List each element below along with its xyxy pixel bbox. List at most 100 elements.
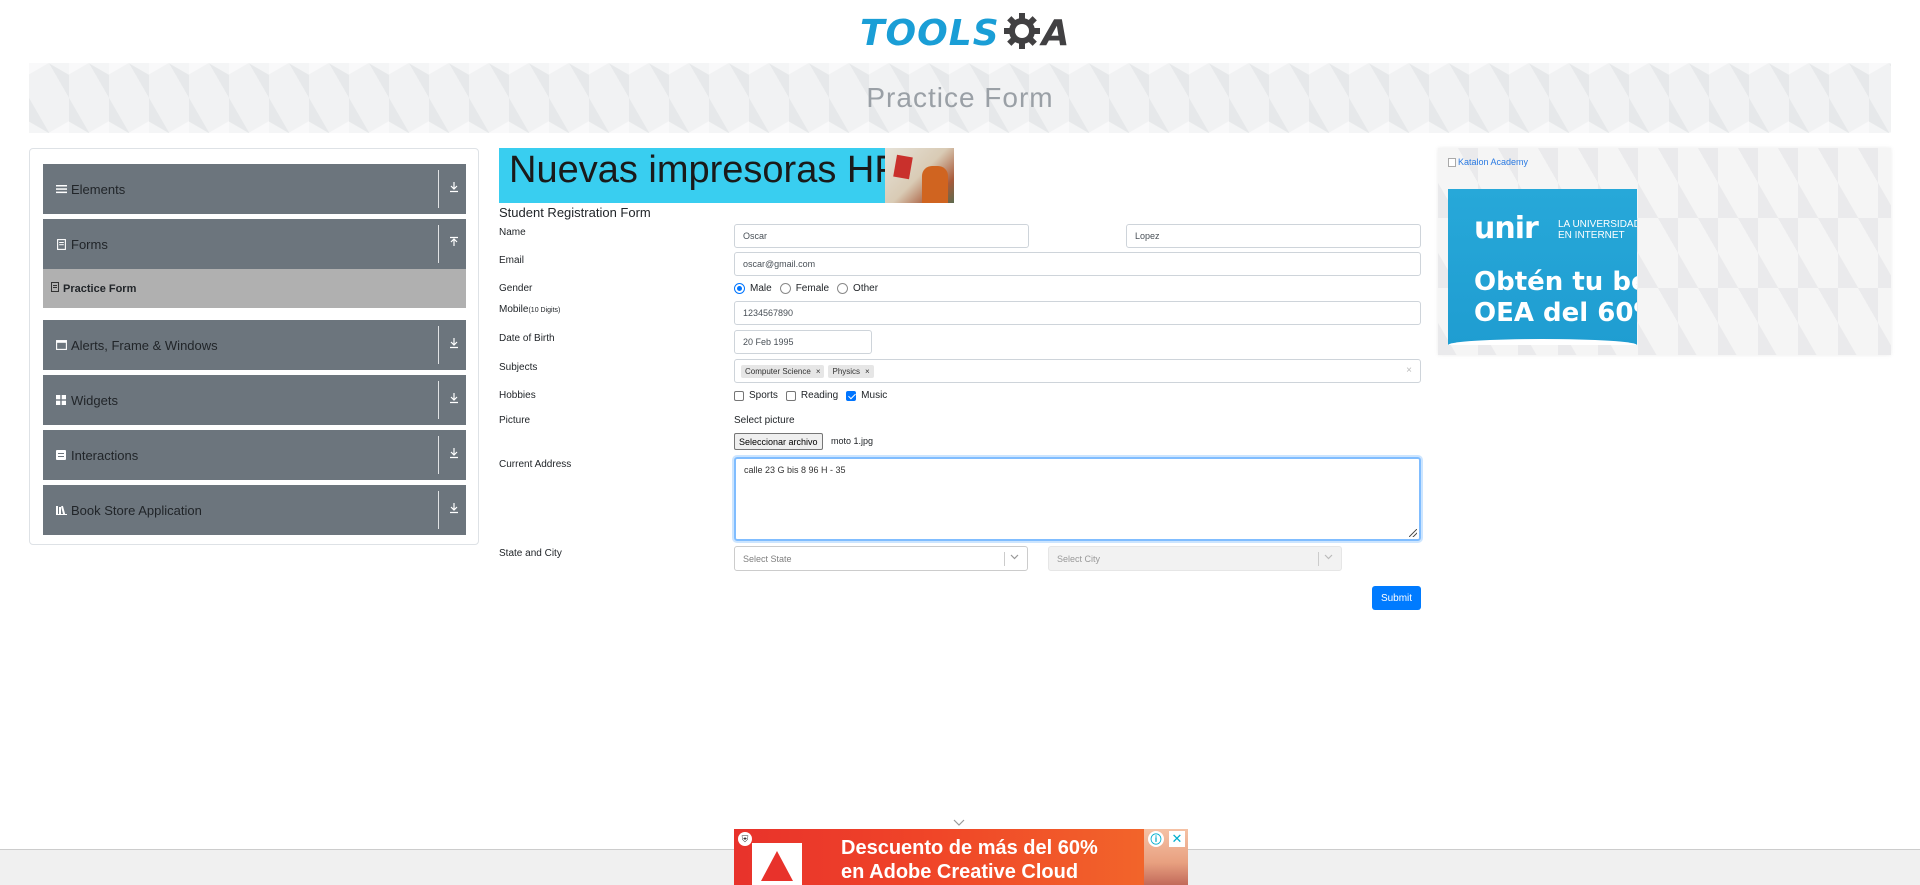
download-arrow-icon[interactable] xyxy=(448,392,460,407)
unir-subtitle: LA UNIVERSIDAD EN INTERNET xyxy=(1558,219,1637,241)
ad-shield-icon: ⛨ xyxy=(738,832,752,846)
mobile-input[interactable]: 1234567890 xyxy=(734,301,1421,325)
hobby-reading[interactable]: Reading xyxy=(785,390,839,401)
first-name-input[interactable]: Oscar xyxy=(734,224,1029,248)
chevron-down-icon[interactable] xyxy=(953,815,965,829)
hobbies-label: Hobbies xyxy=(499,390,536,401)
radio-button[interactable] xyxy=(837,283,849,294)
option-label: Female xyxy=(795,283,830,294)
subjects-label: Subjects xyxy=(499,362,538,373)
mobile-label-text: Mobile xyxy=(499,304,529,315)
option-label: Reading xyxy=(800,390,839,401)
ad-photo xyxy=(885,148,954,203)
sidebar-group-book-store[interactable]: Book Store Application xyxy=(43,485,466,535)
unir-headline-line: OEA del 60% xyxy=(1474,298,1637,328)
katalon-academy-link[interactable]: Katalon Academy xyxy=(1448,157,1528,167)
sidebar-group-label: Alerts, Frame & Windows xyxy=(71,337,218,353)
sidebar-group-elements[interactable]: Elements xyxy=(43,164,466,214)
dob-label: Date of Birth xyxy=(499,333,555,344)
form-title: Student Registration Form xyxy=(499,205,651,220)
last-name-input[interactable]: Lopez xyxy=(1126,224,1421,248)
state-select[interactable]: Select State xyxy=(734,546,1028,571)
logo-suffix: A xyxy=(1041,12,1070,54)
divider xyxy=(438,225,439,263)
sidebar-group-label: Widgets xyxy=(71,392,118,408)
ad-decoration xyxy=(1448,339,1637,345)
unir-headline: Obtén tu bec OEA del 60% xyxy=(1474,267,1637,329)
books-icon xyxy=(53,505,69,515)
option-label: Male xyxy=(750,283,772,294)
info-icon[interactable]: ⓘ xyxy=(1148,831,1164,847)
adobe-ad[interactable]: ⛨ Descuento de más del 60% en Adobe Crea… xyxy=(734,829,1188,885)
sidebar-group-widgets[interactable]: Widgets xyxy=(43,375,466,425)
download-arrow-icon[interactable] xyxy=(448,337,460,352)
unir-headline-line: Obtén tu bec xyxy=(1474,267,1637,297)
divider xyxy=(438,326,439,364)
remove-chip-icon[interactable]: × xyxy=(865,367,870,376)
submit-button[interactable]: Submit xyxy=(1372,586,1421,610)
clear-icon[interactable]: × xyxy=(1406,365,1412,376)
sidebar-group-label: Forms xyxy=(71,236,108,252)
state-city-label: State and City xyxy=(499,548,562,559)
mobile-hint: (10 Digits) xyxy=(528,307,561,314)
city-select[interactable]: Select City xyxy=(1048,546,1342,571)
chip-label: Computer Science xyxy=(745,366,811,376)
window-icon xyxy=(53,340,69,350)
choose-file-button[interactable]: Seleccionar archivo xyxy=(734,433,823,450)
email-input[interactable]: oscar@gmail.com xyxy=(734,252,1421,276)
logo-text: TOOLS xyxy=(860,12,1000,54)
interactions-icon xyxy=(53,450,69,460)
hobby-sports[interactable]: Sports xyxy=(734,390,778,401)
chevron-down-icon[interactable] xyxy=(1324,552,1333,562)
gender-option-male[interactable]: Male xyxy=(734,283,772,294)
gender-option-female[interactable]: Female xyxy=(779,283,830,294)
download-arrow-icon[interactable] xyxy=(448,447,460,462)
mobile-label: Mobile(10 Digits) xyxy=(499,304,560,315)
chevron-down-icon[interactable] xyxy=(1010,552,1019,562)
hamburger-icon xyxy=(53,184,69,194)
sidebar-item-label: Practice Form xyxy=(63,282,137,295)
divider xyxy=(438,170,439,208)
checkbox[interactable] xyxy=(734,390,744,401)
sidebar-group-label: Elements xyxy=(71,181,126,197)
divider xyxy=(438,381,439,419)
subject-chip: Computer Science × xyxy=(741,364,825,378)
select-picture-text: Select picture xyxy=(734,415,795,426)
resize-handle[interactable] xyxy=(1409,529,1417,537)
divider xyxy=(438,436,439,474)
address-label: Current Address xyxy=(499,459,572,470)
hp-ad-banner[interactable]: Nuevas impresoras HP Tank xyxy=(499,148,954,203)
sidebar-group-alerts[interactable]: Alerts, Frame & Windows xyxy=(43,320,466,370)
state-placeholder: Select State xyxy=(743,553,792,564)
checkbox[interactable] xyxy=(785,390,796,401)
gender-label: Gender xyxy=(499,283,533,294)
dob-input[interactable]: 20 Feb 1995 xyxy=(734,330,872,354)
checkbox[interactable] xyxy=(846,390,857,401)
gender-option-other[interactable]: Other xyxy=(837,283,878,294)
chip-label: Physics xyxy=(832,366,861,376)
unir-ad[interactable]: unir LA UNIVERSIDAD EN INTERNET Obtén tu… xyxy=(1448,189,1637,345)
subjects-input[interactable]: Computer Science × Physics × × xyxy=(734,359,1421,383)
toolsqa-logo[interactable]: TOOLS A xyxy=(860,8,1070,58)
sidebar-group-forms[interactable]: Forms xyxy=(43,219,466,269)
current-address-textarea[interactable]: calle 23 G bis 8 96 H - 35 xyxy=(734,457,1421,541)
radio-button[interactable] xyxy=(779,283,791,294)
download-arrow-icon[interactable] xyxy=(448,502,460,517)
sidebar-group-label: Book Store Application xyxy=(71,502,202,518)
adobe-logo xyxy=(752,843,802,885)
download-arrow-icon[interactable] xyxy=(448,181,460,196)
address-text: calle 23 G bis 8 96 H - 35 xyxy=(744,465,846,475)
document-icon xyxy=(51,282,59,295)
sidebar-item-practice-form[interactable]: Practice Form xyxy=(43,269,466,308)
name-label: Name xyxy=(499,227,526,238)
close-icon[interactable]: ✕ xyxy=(1169,831,1185,847)
hobby-music[interactable]: Music xyxy=(846,390,887,401)
remove-chip-icon[interactable]: × xyxy=(816,367,821,376)
gear-icon xyxy=(1002,11,1042,56)
broken-image-icon xyxy=(1448,157,1456,167)
upload-arrow-icon[interactable] xyxy=(448,236,460,251)
divider xyxy=(1004,552,1005,566)
radio-button[interactable] xyxy=(734,283,745,294)
sidebar-group-interactions[interactable]: Interactions xyxy=(43,430,466,480)
document-icon xyxy=(53,238,69,250)
